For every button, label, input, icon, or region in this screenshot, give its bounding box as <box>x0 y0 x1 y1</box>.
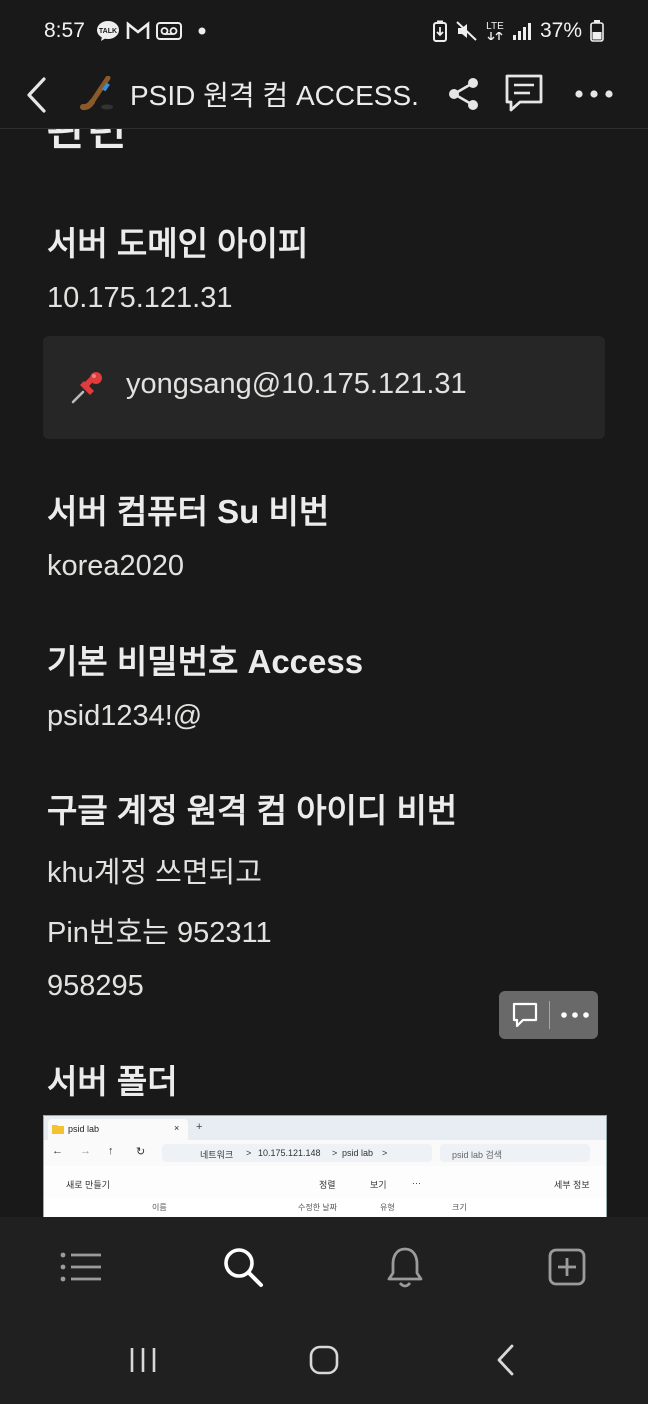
shot-back-arrow: ← <box>52 1145 63 1157</box>
shot-forward-arrow: → <box>80 1145 91 1157</box>
hockey-stick-emoji <box>80 76 116 112</box>
home-icon <box>309 1345 339 1375</box>
system-navigation-bar <box>0 1315 648 1404</box>
shot-tab-close: × <box>174 1123 180 1133</box>
shot-cmd-details: 세부 정보 <box>554 1180 590 1190</box>
shot-col-date: 수정한 날짜 <box>298 1203 338 1212</box>
embedded-screenshot[interactable]: psid lab × + ← → ↑ ↻ 네트워크 > 10.175.121.1… <box>43 1115 607 1217</box>
callout-block[interactable]: yongsang@10.175.121.31 <box>43 336 605 439</box>
image-comment-button[interactable] <box>511 1001 539 1029</box>
heading-access-password: 기본 비밀번호 Access <box>47 643 364 680</box>
shot-tab-title: psid lab <box>68 1124 100 1134</box>
recents-button[interactable] <box>115 1337 171 1383</box>
callout-text[interactable]: yongsang@10.175.121.31 <box>126 368 467 401</box>
share-icon <box>449 78 478 110</box>
folder-icon <box>52 1125 64 1134</box>
lte-label: LTE <box>486 21 504 32</box>
clock: 8:57 <box>44 19 85 42</box>
heading-google-account: 구글 계정 원격 컴 아이디 비번 <box>47 792 458 829</box>
more-icon <box>561 1012 589 1018</box>
mute-icon <box>456 21 478 41</box>
shot-command-bar: 새로 만들기 정렬 보기 ··· 세부 정보 <box>44 1166 606 1199</box>
lte-icon: LTE <box>486 22 504 40</box>
notification-icons: TALK <box>96 20 206 42</box>
shot-cmd-sort: 정렬 <box>319 1180 336 1190</box>
sidebar-list-button[interactable] <box>57 1243 105 1291</box>
heading-su-password: 서버 컴퓨터 Su 비번 <box>47 493 330 530</box>
new-page-button[interactable] <box>543 1243 591 1291</box>
add-page-icon <box>548 1248 586 1286</box>
shot-col-type: 유형 <box>380 1203 395 1212</box>
page-title: PSID 원격 컴 ACCESS... <box>130 80 420 111</box>
chevron-left-icon <box>27 77 46 113</box>
shot-col-size: 크기 <box>452 1203 467 1212</box>
gmail-icon <box>126 21 150 41</box>
shot-tab-bar: psid lab × + <box>44 1116 606 1140</box>
shot-address-box: 네트워크 > 10.175.121.148 > psid lab > <box>162 1144 432 1162</box>
text-khu-account[interactable]: khu계정 쓰면되고 <box>47 849 262 891</box>
comments-button[interactable] <box>502 71 546 115</box>
cut-off-heading: 관련 <box>47 129 129 154</box>
battery-percent: 37% <box>539 19 582 42</box>
dot-icon <box>198 27 206 35</box>
shot-up-arrow: ↑ <box>108 1145 114 1157</box>
shot-search-box: psid lab 검색 <box>440 1144 590 1162</box>
voicemail-icon <box>156 21 182 41</box>
shot-addr-network: 네트워크 <box>200 1150 234 1160</box>
share-button[interactable] <box>444 74 484 114</box>
shot-col-name: 이름 <box>152 1203 167 1212</box>
shot-addr-ip: 10.175.121.148 <box>258 1148 321 1158</box>
shot-tab: psid lab × <box>48 1119 188 1140</box>
text-pin-second[interactable]: 958295 <box>47 970 144 1003</box>
text-pin[interactable]: Pin번호는 952311 <box>47 909 272 951</box>
text-su-password[interactable]: korea2020 <box>47 550 184 583</box>
signal-icon <box>512 22 532 40</box>
search-button[interactable] <box>219 1243 267 1291</box>
shot-new-tab: + <box>196 1121 203 1133</box>
status-bar: 8:57 TALK LTE 37% <box>0 0 648 62</box>
shot-cmd-new: 새로 만들기 <box>66 1180 110 1190</box>
shot-column-headers: 이름 수정한 날짜 유형 크기 <box>44 1198 606 1217</box>
shot-search-placeholder: psid lab 검색 <box>452 1150 503 1160</box>
system-back-button[interactable] <box>478 1337 534 1383</box>
system-indicators: LTE 37% <box>432 19 604 43</box>
heading-server-folder: 서버 폴더 <box>47 1063 178 1100</box>
search-icon <box>224 1248 263 1287</box>
shot-addr-folder: psid lab <box>342 1148 374 1158</box>
top-app-bar: PSID 원격 컴 ACCESS... <box>0 62 648 129</box>
overlay-divider <box>549 1001 550 1029</box>
page-content[interactable]: 관련 서버 도메인 아이피 10.175.121.31 yongsang@10.… <box>0 129 648 1217</box>
battery-saver-icon <box>432 20 448 42</box>
recents-icon <box>130 1348 156 1372</box>
heading-server-ip: 서버 도메인 아이피 <box>47 225 309 262</box>
notifications-button[interactable] <box>381 1243 429 1291</box>
home-button[interactable] <box>296 1337 352 1383</box>
comment-icon <box>512 1002 538 1028</box>
shot-addr-sep1: > <box>246 1148 252 1158</box>
text-access-password[interactable]: psid1234!@ <box>47 700 202 733</box>
back-button[interactable] <box>16 70 56 120</box>
text-server-ip[interactable]: 10.175.121.31 <box>47 282 232 315</box>
list-icon <box>60 1252 101 1282</box>
more-options-button[interactable] <box>572 74 616 114</box>
back-icon <box>497 1344 514 1376</box>
pushpin-icon <box>67 368 107 408</box>
image-overlay-controls <box>499 991 598 1039</box>
image-more-button[interactable] <box>559 1001 591 1029</box>
shot-addr-sep2: > <box>332 1148 338 1158</box>
shot-address-bar: ← → ↑ ↻ 네트워크 > 10.175.121.148 > psid lab… <box>44 1140 606 1166</box>
shot-addr-sep3: > <box>382 1148 388 1158</box>
shot-cmd-view: 보기 <box>370 1180 387 1190</box>
talk-icon: TALK <box>96 20 120 42</box>
shot-cmd-more: ··· <box>412 1178 421 1188</box>
more-icon <box>575 90 613 98</box>
bottom-toolbar <box>0 1217 648 1315</box>
comment-icon <box>505 74 543 112</box>
battery-icon <box>590 20 604 42</box>
shot-refresh-icon: ↻ <box>136 1146 146 1158</box>
bell-icon <box>387 1247 423 1288</box>
svg-text:TALK: TALK <box>99 28 117 35</box>
